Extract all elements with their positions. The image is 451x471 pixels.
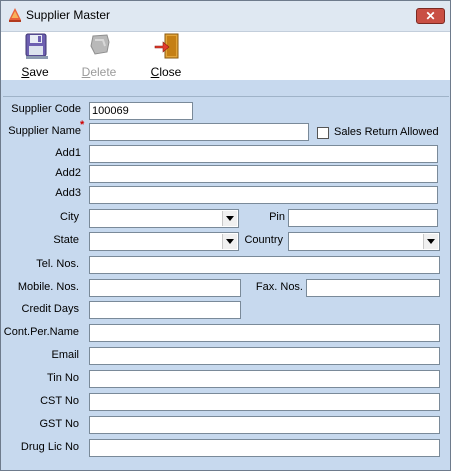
add2-label: Add2	[55, 167, 81, 179]
supplier-name-field[interactable]	[89, 123, 309, 141]
gst-field[interactable]	[89, 416, 440, 434]
close-label: Close	[150, 65, 182, 79]
delete-label: Delete	[81, 65, 117, 79]
window-title: Supplier Master	[26, 8, 111, 22]
save-button[interactable]: Save	[15, 32, 55, 80]
toolbar: Save Delete Close	[1, 32, 450, 80]
supplier-name-label: Supplier Name	[8, 125, 81, 137]
chevron-down-icon	[222, 234, 237, 249]
exit-door-icon	[154, 32, 180, 60]
supplier-form: Supplier Code 100069 Supplier Name * Sal…	[3, 96, 449, 469]
state-dropdown[interactable]	[89, 232, 239, 251]
drug-lic-field[interactable]	[89, 439, 440, 457]
contact-person-label: Cont.Per.Name	[3, 326, 79, 338]
delete-button[interactable]: Delete	[79, 32, 119, 80]
add2-field[interactable]	[89, 165, 438, 183]
close-icon: ✕	[425, 9, 436, 23]
sales-return-checkbox[interactable]	[317, 127, 329, 139]
gst-label: GST No	[39, 418, 79, 430]
chevron-down-icon	[222, 211, 237, 226]
add3-field[interactable]	[89, 186, 438, 204]
city-dropdown[interactable]	[89, 209, 239, 228]
credit-days-label: Credit Days	[21, 303, 79, 315]
required-asterisk: *	[80, 119, 85, 131]
email-label: Email	[51, 349, 79, 361]
pin-label: Pin	[269, 211, 285, 223]
add1-field[interactable]	[89, 145, 438, 163]
supplier-code-label: Supplier Code	[11, 103, 81, 115]
credit-days-field[interactable]	[89, 301, 241, 319]
pin-field[interactable]	[288, 209, 438, 227]
mobile-field[interactable]	[89, 279, 241, 297]
email-field[interactable]	[89, 347, 440, 365]
country-label: Country	[244, 234, 283, 246]
country-dropdown[interactable]	[288, 232, 440, 251]
save-label: Save	[21, 65, 49, 79]
eraser-icon	[87, 32, 113, 60]
app-logo-icon	[7, 7, 23, 23]
title-bar: Supplier Master ✕	[1, 1, 450, 32]
state-label: State	[53, 234, 79, 246]
tel-field[interactable]	[89, 256, 440, 274]
close-button[interactable]: Close	[146, 32, 186, 80]
fax-label: Fax. Nos.	[255, 281, 303, 293]
city-label: City	[60, 211, 79, 223]
tel-label: Tel. Nos.	[36, 258, 79, 270]
contact-person-field[interactable]	[89, 324, 440, 342]
cst-field[interactable]	[89, 393, 440, 411]
floppy-disk-icon	[23, 32, 49, 60]
mobile-label: Mobile. Nos.	[17, 281, 79, 293]
chevron-down-icon	[423, 234, 438, 249]
sales-return-label: Sales Return Allowed	[334, 126, 439, 138]
fax-field[interactable]	[306, 279, 440, 297]
add1-label: Add1	[55, 147, 81, 159]
window-close-button[interactable]: ✕	[416, 8, 445, 24]
supplier-master-window: Supplier Master ✕ Save Delete Close Supp…	[0, 0, 451, 471]
drug-lic-label: Drug Lic No	[20, 441, 79, 453]
tin-field[interactable]	[89, 370, 440, 388]
tin-label: Tin No	[47, 372, 79, 384]
add3-label: Add3	[55, 187, 81, 199]
supplier-code-field[interactable]: 100069	[89, 102, 193, 120]
cst-label: CST No	[40, 395, 79, 407]
